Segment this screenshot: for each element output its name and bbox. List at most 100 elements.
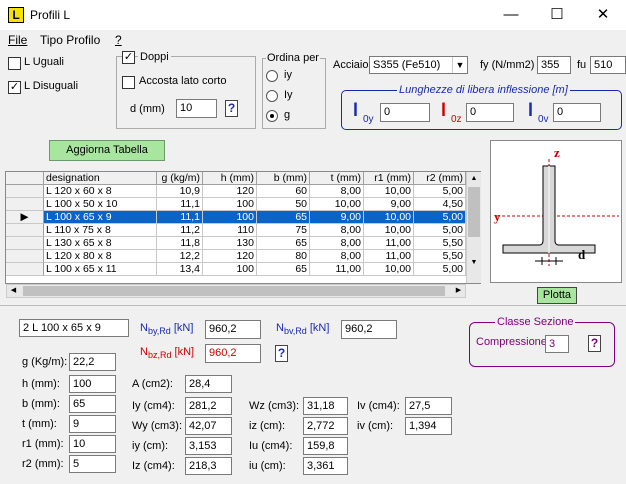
table-cell: 120	[203, 185, 257, 198]
row-selector[interactable]	[6, 237, 44, 250]
sort-g-radio[interactable]	[266, 110, 278, 122]
nbz-main: N	[140, 346, 148, 358]
current-row-arrow-icon[interactable]: ▶	[6, 211, 44, 224]
menu-tipo-profilo[interactable]: Tipo Profilo	[40, 33, 100, 47]
nby-subscript: by,Rd	[147, 326, 171, 337]
table-cell: L 130 x 65 x 8	[44, 237, 157, 250]
table-vscrollbar[interactable]: ▲ ▼	[466, 172, 481, 283]
props_left-value: 65	[69, 395, 116, 413]
n-help-button[interactable]: ?	[275, 345, 288, 362]
props_left-label: r1 (mm):	[22, 438, 64, 450]
scroll-up-icon[interactable]: ▲	[467, 172, 481, 185]
row-selector[interactable]	[6, 185, 44, 198]
l-uguali-checkbox[interactable]	[8, 57, 21, 70]
props_right-label: iu (cm):	[249, 460, 286, 472]
d-dimension-label: d	[578, 247, 586, 262]
nby-value: 960,2	[205, 320, 261, 339]
l0y-input[interactable]: 0	[380, 103, 430, 122]
table-cell: 9,00	[364, 198, 414, 211]
vscroll-thumb[interactable]	[468, 187, 480, 237]
table-cell: L 100 x 65 x 11	[44, 263, 157, 276]
d-label: d (mm)	[130, 103, 165, 115]
table-cell: 75	[257, 224, 310, 237]
table-row[interactable]: L 110 x 75 x 8 11,2 110 75 8,00 10,00 5,00	[6, 224, 480, 237]
table-cell: 110	[203, 224, 257, 237]
column-header[interactable]: r2 (mm)	[414, 172, 466, 185]
compressione-label: Compressione	[476, 336, 547, 348]
scroll-right-icon[interactable]: ▶	[452, 285, 465, 297]
menu-file[interactable]: File	[8, 33, 27, 47]
row-selector[interactable]	[6, 224, 44, 237]
scroll-down-icon[interactable]: ▼	[467, 256, 481, 269]
table-cell: L 120 x 80 x 8	[44, 250, 157, 263]
row-selector[interactable]	[6, 198, 44, 211]
doppi-checkbox[interactable]: ✓	[122, 51, 135, 64]
accosta-checkbox[interactable]	[122, 76, 135, 89]
d-input[interactable]: 10	[176, 99, 217, 118]
column-header[interactable]: t (mm)	[310, 172, 364, 185]
minimize-button[interactable]: —	[488, 0, 534, 30]
acciaio-select[interactable]: S355 (Fe510) ▼	[369, 56, 468, 74]
row-selector[interactable]	[6, 250, 44, 263]
table-cell: 11,1	[157, 198, 203, 211]
lengths-title: Lunghezze di libera inflessione [m]	[397, 84, 570, 96]
table-row[interactable]: L 100 x 50 x 10 11,1 100 50 10,00 9,00 4,50	[6, 198, 480, 211]
fy-label: fy (N/mm2)	[480, 59, 535, 71]
l-disuguali-checkbox[interactable]: ✓	[8, 81, 21, 94]
table-hscrollbar[interactable]: ◀ ▶	[6, 284, 466, 298]
table-cell: 11,1	[157, 211, 203, 224]
aggiorna-tabella-button[interactable]: Aggiorna Tabella	[49, 140, 165, 161]
column-header[interactable]: r1 (mm)	[364, 172, 414, 185]
column-header[interactable]: b (mm)	[257, 172, 310, 185]
table-cell: L 100 x 50 x 10	[44, 198, 157, 211]
column-header[interactable]: g (kg/m)	[157, 172, 203, 185]
props_far-label: iv (cm):	[357, 420, 394, 432]
sort-iy-label: iy	[284, 69, 292, 81]
props_right-value: 159,8	[303, 437, 348, 455]
table-row[interactable]: L 120 x 60 x 8 10,9 120 60 8,00 10,00 5,00	[6, 185, 480, 198]
nbv-unit: [kN]	[309, 322, 330, 334]
l0z-input[interactable]: 0	[466, 103, 514, 122]
table-row[interactable]: L 130 x 65 x 8 11,8 130 65 8,00 11,00 5,50	[6, 237, 480, 250]
table-cell: 60	[257, 185, 310, 198]
doppi-label: Doppi	[138, 51, 171, 63]
fy-input[interactable]: 355	[537, 56, 571, 74]
column-header[interactable]: designation	[44, 172, 157, 185]
plotta-button[interactable]: Plotta	[537, 287, 577, 304]
maximize-button[interactable]: ☐	[534, 0, 580, 30]
props_far-label: Iv (cm4):	[357, 400, 400, 412]
props_mid-label: iy (cm):	[132, 440, 169, 452]
scroll-left-icon[interactable]: ◀	[7, 285, 20, 297]
fu-label: fu	[577, 59, 587, 71]
window-title: Profili L	[30, 8, 71, 22]
table-row[interactable]: L 100 x 65 x 11 13,4 100 65 11,00 10,00 5,00	[6, 263, 480, 276]
table-cell: 11,8	[157, 237, 203, 250]
close-button[interactable]: ✕	[580, 0, 626, 30]
options-group	[116, 56, 256, 129]
row-header-corner[interactable]	[6, 172, 44, 185]
sort-Iy-radio[interactable]	[266, 90, 278, 102]
table-row[interactable]: ▶ L 100 x 65 x 9 11,1 100 65 9,00 10,00 5,00	[6, 211, 480, 224]
table-header-row: designation g (kg/m) h (mm) b (mm) t (mm) r1 …	[6, 172, 480, 185]
hscroll-thumb[interactable]	[23, 286, 445, 296]
d-help-button[interactable]: ?	[225, 100, 238, 117]
nbv-subscript: bv,Rd	[283, 326, 307, 337]
row-selector[interactable]	[6, 263, 44, 276]
column-header[interactable]: h (mm)	[203, 172, 257, 185]
l0v-input[interactable]: 0	[553, 103, 601, 122]
table-cell: 80	[257, 250, 310, 263]
divider	[0, 305, 626, 306]
sort-iy-radio[interactable]	[266, 70, 278, 82]
nby-unit: [kN]	[173, 322, 194, 334]
menu-help[interactable]: ?	[115, 33, 122, 47]
l0v-subscript: 0v	[538, 114, 549, 125]
table-row[interactable]: L 120 x 80 x 8 12,2 120 80 8,00 11,00 5,50	[6, 250, 480, 263]
table-cell: 5,00	[414, 263, 466, 276]
table-cell: 10,00	[364, 211, 414, 224]
classe-help-button[interactable]: ?	[588, 335, 601, 352]
fu-input[interactable]: 510	[590, 56, 626, 74]
props_left-label: g (Kg/m):	[22, 356, 68, 368]
table-cell: 11,00	[310, 263, 364, 276]
chevron-down-icon[interactable]: ▼	[452, 57, 467, 73]
table-cell: 50	[257, 198, 310, 211]
